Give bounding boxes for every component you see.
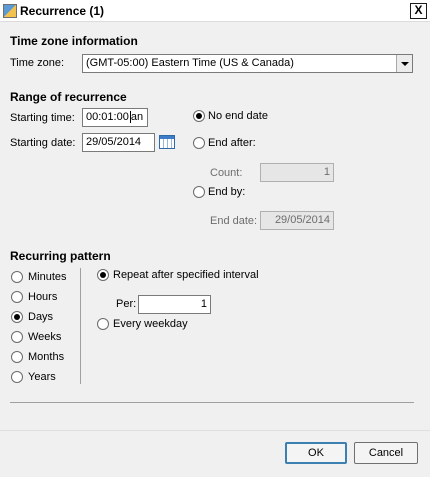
radio-end-after[interactable] xyxy=(193,137,205,149)
radio-end-by[interactable] xyxy=(193,186,205,198)
cancel-button-label: Cancel xyxy=(368,447,404,459)
chevron-down-icon[interactable] xyxy=(396,55,412,72)
unit-minutes-label: Minutes xyxy=(28,271,67,283)
pattern-divider xyxy=(80,268,81,384)
radio-no-end-date[interactable] xyxy=(193,110,205,122)
end-by-label: End by: xyxy=(208,186,246,198)
unit-years-label: Years xyxy=(28,371,56,383)
per-label: Per: xyxy=(116,298,137,310)
timezone-label: Time zone: xyxy=(10,57,65,69)
radio-months[interactable] xyxy=(11,351,23,363)
radio-repeat-interval[interactable] xyxy=(97,269,109,281)
window-title: Recurrence (1) xyxy=(20,4,105,18)
app-icon xyxy=(3,4,17,18)
radio-every-weekday[interactable] xyxy=(97,318,109,330)
close-button[interactable]: X xyxy=(410,3,427,19)
unit-days-label: Days xyxy=(28,311,54,323)
count-label: Count: xyxy=(210,167,243,179)
dialog-footer: OK Cancel xyxy=(0,430,430,477)
bottom-separator xyxy=(10,402,414,403)
pattern-section-title: Recurring pattern xyxy=(10,249,111,263)
calendar-icon[interactable] xyxy=(159,135,175,149)
radio-weeks[interactable] xyxy=(11,331,23,343)
start-time-value: 00:01:00 xyxy=(86,111,129,123)
per-value: 1 xyxy=(200,298,207,310)
recurrence-dialog: Recurrence (1) X Time zone information T… xyxy=(0,0,430,477)
repeat-interval-label: Repeat after specified interval xyxy=(113,269,259,281)
timezone-value: (GMT-05:00) Eastern Time (US & Canada) xyxy=(86,57,294,69)
start-time-label: Starting time: xyxy=(10,112,75,124)
unit-hours-label: Hours xyxy=(28,291,58,303)
timezone-dropdown[interactable]: (GMT-05:00) Eastern Time (US & Canada) xyxy=(82,54,413,73)
title-bar: Recurrence (1) X xyxy=(0,0,430,22)
unit-months-label: Months xyxy=(28,351,65,363)
end-after-label: End after: xyxy=(208,137,256,149)
end-date-label: End date: xyxy=(210,215,258,227)
start-time-suffix: an xyxy=(129,111,144,123)
close-icon: X xyxy=(414,3,423,17)
start-date-value: 29/05/2014 xyxy=(86,136,142,148)
radio-years[interactable] xyxy=(11,371,23,383)
start-date-label: Starting date: xyxy=(10,137,76,149)
range-section-title: Range of recurrence xyxy=(10,90,127,104)
cancel-button[interactable]: Cancel xyxy=(354,442,418,464)
count-input[interactable]: 1 xyxy=(260,163,334,182)
start-time-input[interactable]: 00:01:00 an xyxy=(82,108,148,127)
unit-weeks-label: Weeks xyxy=(28,331,62,343)
radio-minutes[interactable] xyxy=(11,271,23,283)
no-end-date-label: No end date xyxy=(208,110,268,122)
count-value: 1 xyxy=(323,166,330,178)
timezone-section-title: Time zone information xyxy=(10,34,138,48)
radio-days[interactable] xyxy=(11,311,23,323)
per-input[interactable]: 1 xyxy=(138,295,211,314)
start-date-input[interactable]: 29/05/2014 xyxy=(82,133,155,152)
every-weekday-label: Every weekday xyxy=(113,318,188,330)
end-date-input[interactable]: 29/05/2014 xyxy=(260,211,334,230)
ok-button-label: OK xyxy=(308,447,324,459)
end-date-value: 29/05/2014 xyxy=(274,214,330,226)
ok-button[interactable]: OK xyxy=(285,442,347,464)
radio-hours[interactable] xyxy=(11,291,23,303)
